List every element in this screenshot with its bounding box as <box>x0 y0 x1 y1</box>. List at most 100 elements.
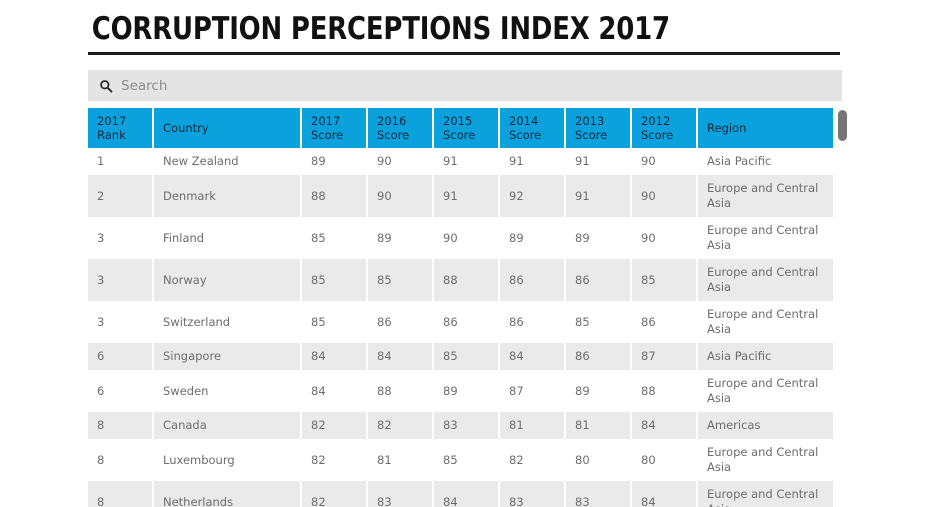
cell-score2014: 87 <box>499 370 566 412</box>
cpi-page: CORRUPTION PERCEPTIONS INDEX 2017 2017 R… <box>0 0 927 507</box>
cell-score2013: 80 <box>565 439 632 481</box>
cell-score2014: 83 <box>499 481 566 507</box>
search-bar[interactable] <box>88 70 842 101</box>
cell-score2012: 85 <box>631 259 698 301</box>
column-header-2016-score[interactable]: 2016 Score <box>367 108 434 148</box>
cell-score2017: 82 <box>301 481 368 507</box>
cell-score2017: 85 <box>301 301 368 343</box>
page-title: CORRUPTION PERCEPTIONS INDEX 2017 <box>91 11 670 47</box>
cell-score2015: 89 <box>433 370 500 412</box>
table-row[interactable]: 8 Canada 82 82 83 81 81 84 Americas <box>88 412 833 439</box>
cell-score2014: 86 <box>499 301 566 343</box>
cell-score2013: 83 <box>565 481 632 507</box>
cell-score2017: 88 <box>301 175 368 217</box>
cell-country: Netherlands <box>153 481 302 507</box>
cell-score2016: 89 <box>367 217 434 259</box>
table-row[interactable]: 8 Netherlands 82 83 84 83 83 84 Europe and Centr… <box>88 481 833 507</box>
cell-region: Europe and Central Asia <box>697 175 833 217</box>
cell-score2015: 86 <box>433 301 500 343</box>
cell-score2012: 90 <box>631 175 698 217</box>
column-header-region[interactable]: Region <box>697 108 833 148</box>
cell-score2016: 82 <box>367 412 434 439</box>
cell-score2016: 85 <box>367 259 434 301</box>
cell-score2012: 84 <box>631 412 698 439</box>
cell-score2014: 89 <box>499 217 566 259</box>
cell-score2017: 82 <box>301 412 368 439</box>
table-row[interactable]: 3 Finland 85 89 90 89 89 90 Europe and Central A… <box>88 217 833 259</box>
cell-score2013: 91 <box>565 148 632 175</box>
table-row[interactable]: 2 Denmark 88 90 91 92 91 90 Europe and Central A… <box>88 175 833 217</box>
table-row[interactable]: 8 Luxembourg 82 81 85 82 80 80 Europe and Centra… <box>88 439 833 481</box>
cell-score2013: 86 <box>565 259 632 301</box>
cell-score2014: 81 <box>499 412 566 439</box>
vertical-scrollbar-track[interactable] <box>837 108 847 507</box>
table-row[interactable]: 6 Sweden 84 88 89 87 89 88 Europe and Central As… <box>88 370 833 412</box>
cell-score2016: 90 <box>367 175 434 217</box>
column-header-2012-score[interactable]: 2012 Score <box>631 108 698 148</box>
cell-score2013: 81 <box>565 412 632 439</box>
cell-score2013: 91 <box>565 175 632 217</box>
title-underline-rule <box>88 52 840 55</box>
cell-country: Sweden <box>153 370 302 412</box>
cell-country: Switzerland <box>153 301 302 343</box>
cell-country: Canada <box>153 412 302 439</box>
cell-score2017: 89 <box>301 148 368 175</box>
column-header-country[interactable]: Country <box>153 108 302 148</box>
cell-score2012: 87 <box>631 343 698 370</box>
table-row[interactable]: 1 New Zealand 89 90 91 91 91 90 Asia Pacific <box>88 148 833 175</box>
cell-rank2017: 3 <box>88 301 154 343</box>
cell-score2015: 88 <box>433 259 500 301</box>
cell-score2016: 90 <box>367 148 434 175</box>
cell-rank2017: 8 <box>88 412 154 439</box>
table-header-row: 2017 Rank Country 2017 Score 2016 Score … <box>88 108 833 148</box>
cell-rank2017: 2 <box>88 175 154 217</box>
cell-rank2017: 8 <box>88 481 154 507</box>
column-header-2014-score[interactable]: 2014 Score <box>499 108 566 148</box>
cell-score2015: 83 <box>433 412 500 439</box>
cell-score2012: 90 <box>631 148 698 175</box>
search-icon <box>100 79 113 93</box>
cell-score2016: 84 <box>367 343 434 370</box>
column-header-2015-score[interactable]: 2015 Score <box>433 108 500 148</box>
cell-region: Europe and Central Asia <box>697 439 833 481</box>
vertical-scrollbar-thumb[interactable] <box>838 110 847 141</box>
cell-region: Europe and Central Asia <box>697 370 833 412</box>
cell-score2014: 86 <box>499 259 566 301</box>
column-header-2017-rank[interactable]: 2017 Rank <box>88 108 154 148</box>
cell-region: Asia Pacific <box>697 343 833 370</box>
cell-region: Europe and Central Asia <box>697 259 833 301</box>
cell-score2015: 90 <box>433 217 500 259</box>
column-header-2013-score[interactable]: 2013 Score <box>565 108 632 148</box>
cell-rank2017: 1 <box>88 148 154 175</box>
cell-score2013: 89 <box>565 217 632 259</box>
cell-rank2017: 8 <box>88 439 154 481</box>
cell-country: New Zealand <box>153 148 302 175</box>
cell-country: Norway <box>153 259 302 301</box>
cell-score2017: 85 <box>301 217 368 259</box>
table-body: 1 New Zealand 89 90 91 91 91 90 Asia Pacific 2 Den… <box>88 148 833 507</box>
cell-country: Luxembourg <box>153 439 302 481</box>
search-input[interactable] <box>121 74 721 97</box>
table-row[interactable]: 3 Switzerland 85 86 86 86 85 86 Europe and Centr… <box>88 301 833 343</box>
cell-score2015: 85 <box>433 439 500 481</box>
table-row[interactable]: 3 Norway 85 85 88 86 86 85 Europe and Central As… <box>88 259 833 301</box>
cell-rank2017: 6 <box>88 370 154 412</box>
cell-score2017: 84 <box>301 343 368 370</box>
cell-score2015: 84 <box>433 481 500 507</box>
cell-score2017: 84 <box>301 370 368 412</box>
cell-score2014: 82 <box>499 439 566 481</box>
column-header-2017-score[interactable]: 2017 Score <box>301 108 368 148</box>
cell-score2014: 91 <box>499 148 566 175</box>
cell-country: Singapore <box>153 343 302 370</box>
cell-score2016: 83 <box>367 481 434 507</box>
cell-score2015: 91 <box>433 175 500 217</box>
cell-score2013: 86 <box>565 343 632 370</box>
cell-score2016: 86 <box>367 301 434 343</box>
cell-score2017: 85 <box>301 259 368 301</box>
cell-score2016: 88 <box>367 370 434 412</box>
cell-score2012: 88 <box>631 370 698 412</box>
cell-score2014: 92 <box>499 175 566 217</box>
cell-score2015: 85 <box>433 343 500 370</box>
table-row[interactable]: 6 Singapore 84 84 85 84 86 87 Asia Pacific <box>88 343 833 370</box>
cell-score2012: 84 <box>631 481 698 507</box>
